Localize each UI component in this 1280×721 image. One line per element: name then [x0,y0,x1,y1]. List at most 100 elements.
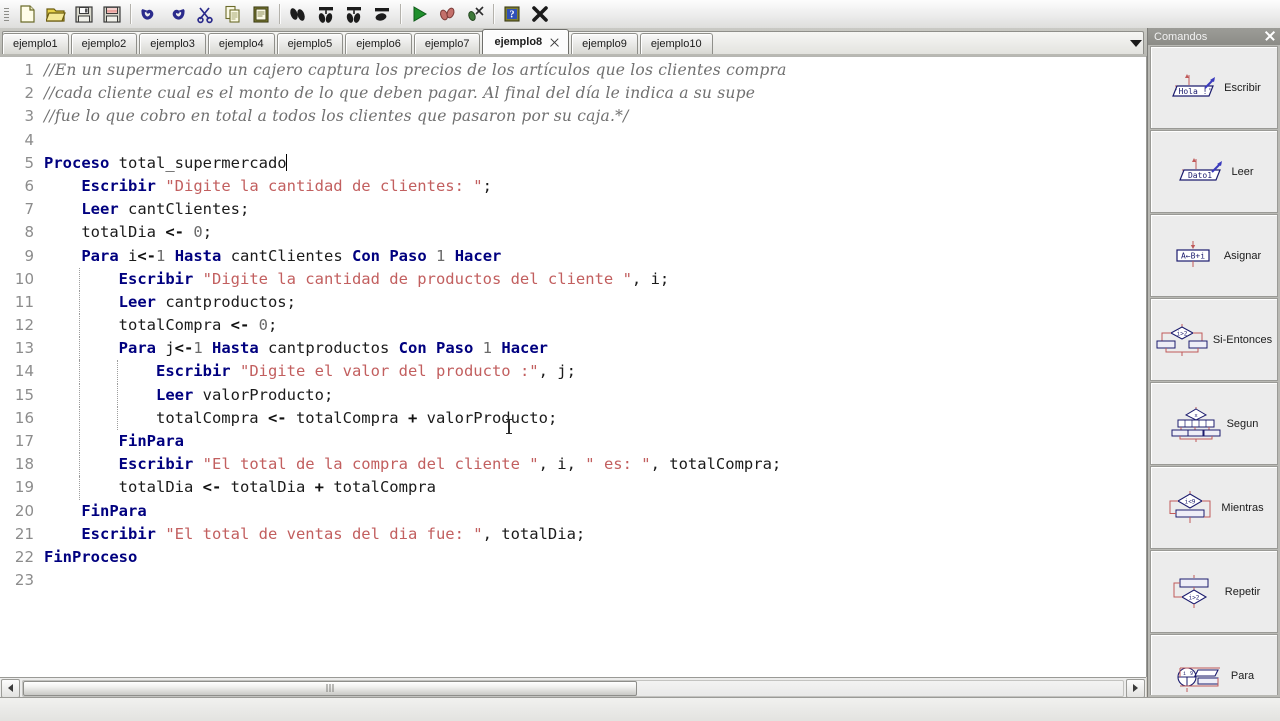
svg-text:i>2: i>2 [1176,330,1187,337]
svg-text:i: i [1183,671,1186,677]
cut-button[interactable] [191,1,219,27]
stop-button[interactable] [461,1,489,27]
code-line[interactable]: 16 totalCompra <- totalCompra + valorPro… [0,406,1146,430]
code-line[interactable]: 21 Escribir "El total de ventas del dia … [0,523,1146,546]
code-line[interactable]: 6 Escribir "Digite la cantidad de client… [0,175,1146,198]
tab-ejemplo6[interactable]: ejemplo6 [345,33,412,54]
command-item-label: Si-Entonces [1212,333,1273,346]
tab-label: ejemplo8 [494,35,543,48]
command-item-segun[interactable]: x Segun [1150,382,1278,465]
code-editor[interactable]: 1 //En un supermercado un cajero captura … [0,56,1146,677]
help-button[interactable]: ? [498,1,526,27]
code-token: "Digite la cantidad de clientes: " [165,176,483,195]
code-line[interactable]: 1 //En un supermercado un cajero captura … [0,59,1146,82]
line-number: 5 [24,153,34,172]
code-token: Hasta [174,246,222,265]
scroll-track[interactable] [22,679,1124,697]
code-token: "El total de la compra del cliente " [202,455,539,474]
code-line[interactable]: 10 Escribir "Digite la cantidad de produ… [0,267,1146,291]
code-token: Proceso [44,153,110,172]
code-line[interactable]: 13 Para j<-1 Hasta cantproductos Con Pas… [0,337,1146,361]
tab-label: ejemplo6 [356,38,401,50]
code-line[interactable]: 5 Proceso total_supermercado [0,152,1146,175]
tab-ejemplo9[interactable]: ejemplo9 [571,33,638,54]
open-file-button[interactable] [42,1,70,27]
debug-button[interactable] [433,1,461,27]
horizontal-scrollbar[interactable] [0,677,1146,698]
commands-panel-title: Comandos [1154,30,1208,43]
help-book-icon: ? [504,6,520,22]
flowchart-button[interactable] [312,1,340,27]
code-line[interactable]: 15 Leer valorProducto; [0,383,1146,407]
redo-button[interactable] [163,1,191,27]
toolbar-drag-handle[interactable] [2,4,11,24]
code-line[interactable]: 14 Escribir "Digite el valor del product… [0,360,1146,384]
code-line[interactable]: 2 //cada cliente cual es el monto de lo q… [0,82,1146,105]
command-item-si-entonces[interactable]: i>2 Si-Entonces [1150,298,1278,381]
indent-button[interactable] [284,1,312,27]
code-token: "El total de ventas del dia fue: " [165,524,483,543]
tab-ejemplo7[interactable]: ejemplo7 [413,33,481,54]
code-token: 0 [193,223,203,242]
code-line[interactable]: 19 totalDia <- totalDia + totalCompra [0,476,1146,500]
code-token: "Digite la cantidad de productos del cli… [202,269,632,288]
command-item-para[interactable]: i 9 Para [1150,634,1278,695]
tab-label: ejemplo2 [81,38,127,50]
code-line[interactable]: 4 [0,129,1146,152]
tab-list-dropdown-button[interactable] [1128,36,1144,50]
code-line[interactable]: 7 Leer cantClientes; [0,198,1146,221]
footprints-icon [290,8,305,21]
tab-ejemplo3[interactable]: ejemplo3 [139,33,206,54]
code-line[interactable]: 11 Leer cantproductos; [0,290,1146,315]
command-item-repetir[interactable]: i>2 Repetir [1150,550,1278,633]
run-button[interactable] [405,1,433,27]
si-entonces-diamond-icon: i>2 [1156,322,1208,358]
command-item-escribir[interactable]: 'Hola !' Escribir [1150,46,1278,129]
tab-ejemplo10[interactable]: ejemplo10 [639,33,713,54]
code-line[interactable]: 9 Para i<-1 Hasta cantClientes Con Paso … [0,245,1146,268]
save-file-button[interactable] [70,1,98,27]
save-all-button[interactable] [98,1,126,27]
code-line[interactable]: 12 totalCompra <- 0; [0,314,1146,338]
scroll-left-button[interactable] [1,678,20,698]
code-token: i [118,246,138,265]
code-line[interactable]: 17 FinPara [0,430,1146,454]
tab-close-icon[interactable] [549,37,560,48]
paste-button[interactable] [247,1,275,27]
scroll-thumb[interactable] [23,680,637,696]
code-area[interactable]: 1 //En un supermercado un cajero captura … [0,57,1146,592]
code-line[interactable]: 18 Escribir "El total de la compra del c… [0,453,1146,477]
command-item-asignar[interactable]: A←B+i Asignar [1150,214,1278,297]
tab-ejemplo4[interactable]: ejemplo4 [207,33,275,54]
close-x-icon[interactable] [1263,29,1277,43]
floppy-disk-icon [75,6,93,23]
new-file-button[interactable] [14,1,42,27]
close-button[interactable] [526,1,554,27]
scroll-right-button[interactable] [1126,678,1145,698]
code-line[interactable]: 20 FinPara [0,500,1146,523]
tab-ejemplo1[interactable]: ejemplo1 [2,33,69,54]
code-token: FinProceso [44,547,138,566]
pseudocode-button[interactable] [368,1,396,27]
code-line[interactable]: 23 [0,569,1146,592]
leer-parallelogram-icon: Dato1 [1174,154,1226,190]
tab-ejemplo5[interactable]: ejemplo5 [276,33,344,54]
command-item-leer[interactable]: Dato1 Leer [1150,130,1278,213]
tab-ejemplo2[interactable]: ejemplo2 [70,33,138,54]
line-number: 17 [14,432,34,450]
command-item-label: Segun [1226,417,1259,430]
nassi-button[interactable] [340,1,368,27]
tab-ejemplo8[interactable]: ejemplo8 [482,29,570,54]
undo-button[interactable] [135,1,163,27]
mientras-loop-icon: i<9 [1164,490,1216,526]
code-line[interactable]: 22 FinProceso [0,546,1146,569]
code-line[interactable]: 8 totalDia <- 0; [0,221,1146,244]
code-line[interactable]: 3 //fue lo que cobro en total a todos los… [0,105,1146,128]
copy-button[interactable] [219,1,247,27]
command-item-mientras[interactable]: i<9 Mientras [1150,466,1278,549]
code-token: Leer [118,292,156,311]
